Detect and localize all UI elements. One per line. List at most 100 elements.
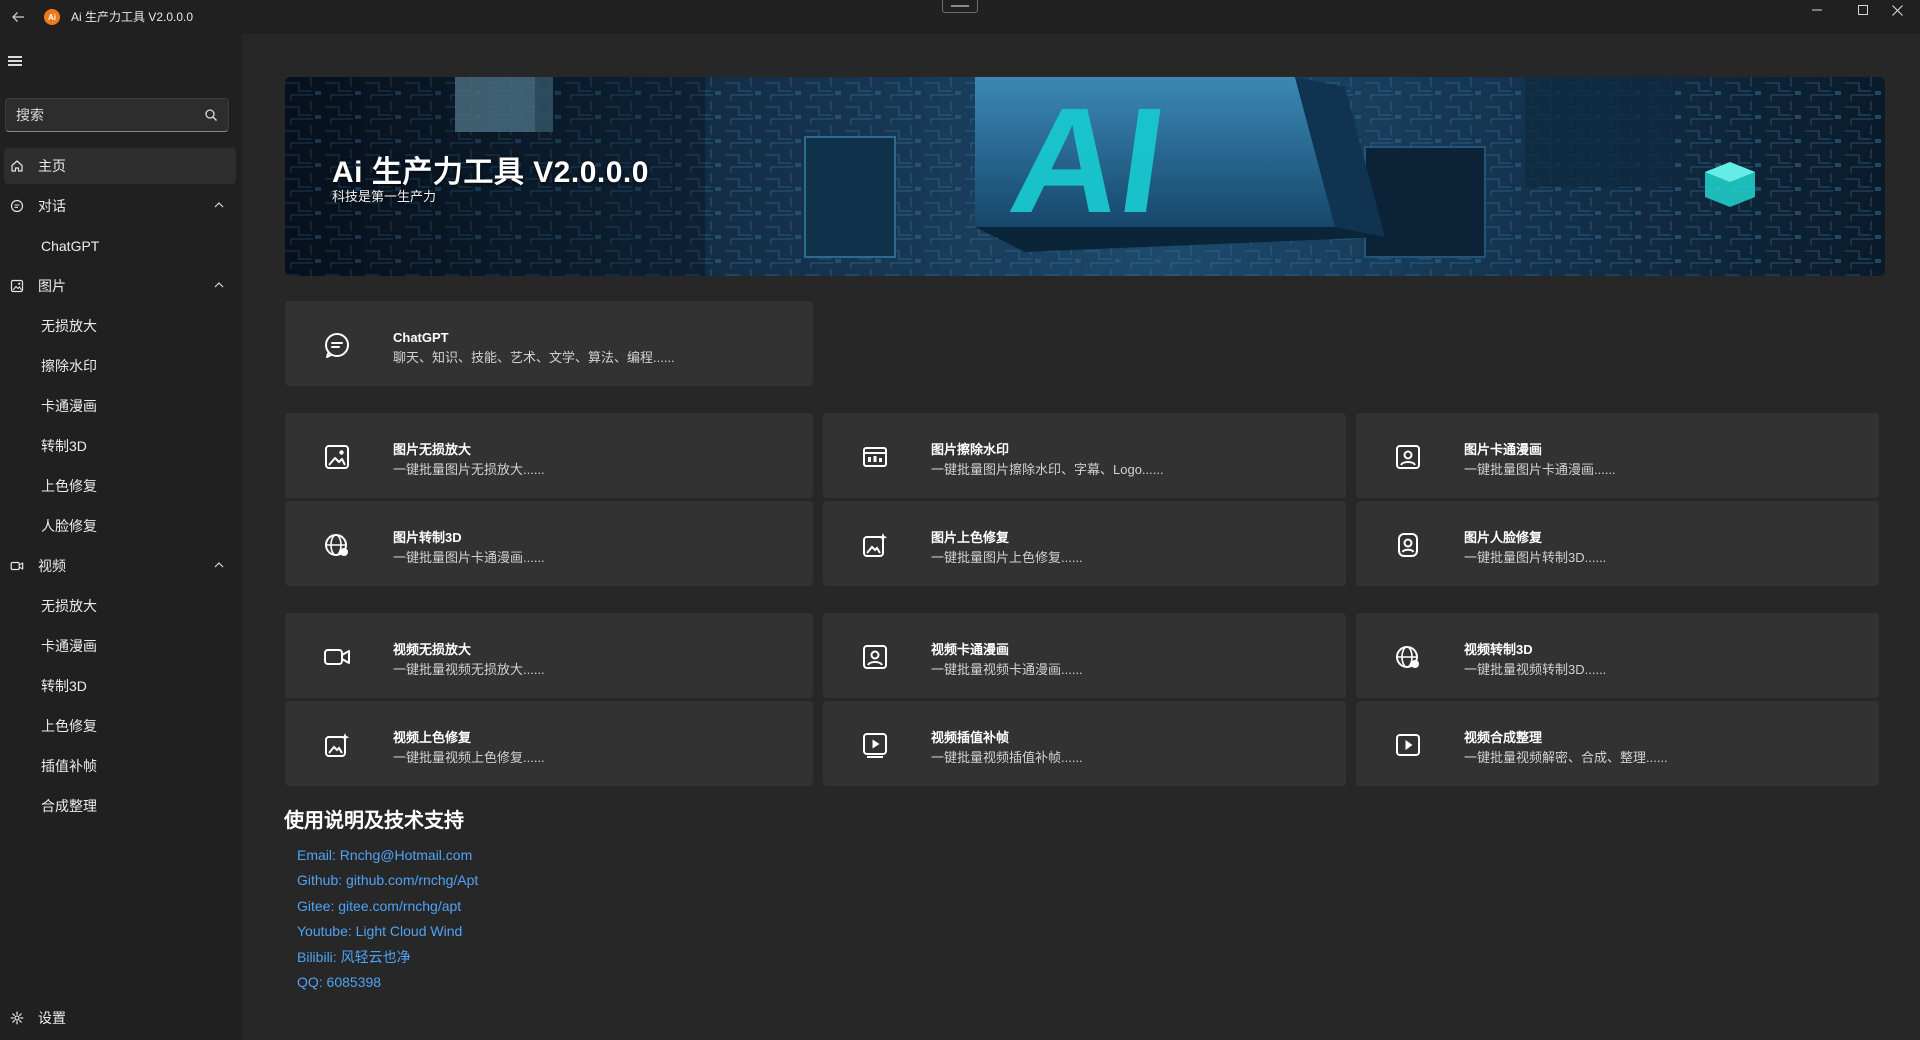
search-icon[interactable] bbox=[204, 108, 218, 122]
sidebar-item-label: 合成整理 bbox=[41, 797, 97, 815]
sidebar-item-video-cartoon[interactable]: 卡通漫画 bbox=[4, 628, 236, 664]
sidebar-item-label: 转制3D bbox=[41, 677, 87, 695]
email-link[interactable]: Email: Rnchg@Hotmail.com bbox=[297, 846, 472, 864]
maximize-icon bbox=[1858, 5, 1868, 15]
sidebar-item-settings[interactable]: 设置 bbox=[4, 1000, 236, 1036]
gitee-link[interactable]: Gitee: gitee.com/rnchg/apt bbox=[297, 897, 461, 915]
sidebar-item-label: 卡通漫画 bbox=[41, 637, 97, 655]
card-image-face[interactable]: 图片人脸修复 一键批量图片转制3D...... bbox=[1356, 501, 1879, 586]
minimize-button[interactable] bbox=[1794, 0, 1840, 20]
card-description: 一键批量视频插值补帧...... bbox=[931, 750, 1083, 766]
card-chatgpt[interactable]: ChatGPT 聊天、知识、技能、艺术、文学、算法、编程...... bbox=[285, 301, 813, 386]
close-icon bbox=[1892, 5, 1903, 16]
app-window: Ai Ai 生产力工具 V2.0.0.0 主页 bbox=[0, 0, 1920, 1040]
chat-icon bbox=[10, 199, 24, 213]
card-video-upscale[interactable]: 视频无损放大 一键批量视频无损放大...... bbox=[285, 613, 813, 698]
sidebar-item-label: 设置 bbox=[38, 1009, 66, 1027]
card-description: 一键批量图片上色修复...... bbox=[931, 550, 1083, 566]
card-title: 图片卡通漫画 bbox=[1464, 442, 1542, 458]
sidebar-item-video-upscale[interactable]: 无损放大 bbox=[4, 588, 236, 624]
hamburger-icon bbox=[8, 56, 22, 58]
card-image-3d[interactable]: 图片转制3D 一键批量图片卡通漫画...... bbox=[285, 501, 813, 586]
banner-title: Ai 生产力工具 V2.0.0.0 bbox=[332, 147, 649, 191]
face-icon bbox=[1394, 531, 1422, 559]
card-title: 视频插值补帧 bbox=[931, 730, 1009, 746]
sidebar-item-video-interpolate[interactable]: 插值补帧 bbox=[4, 748, 236, 784]
ai-lettering: AI bbox=[1002, 77, 1175, 244]
sidebar-item-image-cartoon[interactable]: 卡通漫画 bbox=[4, 388, 236, 424]
title-bar: Ai Ai 生产力工具 V2.0.0.0 bbox=[0, 0, 1920, 34]
card-title: 图片无损放大 bbox=[393, 442, 471, 458]
sidebar-item-label: 擦除水印 bbox=[41, 357, 97, 375]
card-title: 视频无损放大 bbox=[393, 642, 471, 658]
card-description: 一键批量视频卡通漫画...... bbox=[931, 662, 1083, 678]
sidebar: 主页 对话 ChatGPT 图片 无损放大 擦除水印 卡通漫画 转制3D 上色修… bbox=[0, 34, 242, 1040]
card-video-compose[interactable]: 视频合成整理 一键批量视频解密、合成、整理...... bbox=[1356, 701, 1879, 786]
card-video-3d[interactable]: 视频转制3D 一键批量视频转制3D...... bbox=[1356, 613, 1879, 698]
image-sparkle-icon bbox=[323, 731, 351, 759]
sidebar-item-home[interactable]: 主页 bbox=[4, 148, 236, 184]
app-logo: Ai bbox=[44, 9, 60, 25]
card-video-colorize[interactable]: 视频上色修复 一键批量视频上色修复...... bbox=[285, 701, 813, 786]
video-camera-icon bbox=[323, 643, 351, 671]
back-button[interactable] bbox=[6, 5, 30, 29]
support-section-title: 使用说明及技术支持 bbox=[284, 804, 464, 833]
sidebar-item-label: 上色修复 bbox=[41, 477, 97, 495]
card-video-interpolate[interactable]: 视频插值补帧 一键批量视频插值补帧...... bbox=[823, 701, 1346, 786]
card-description: 一键批量视频无损放大...... bbox=[393, 662, 545, 678]
card-description: 一键批量图片无损放大...... bbox=[393, 462, 545, 478]
sidebar-item-chatgpt[interactable]: ChatGPT bbox=[4, 228, 236, 264]
card-image-colorize[interactable]: 图片上色修复 一键批量图片上色修复...... bbox=[823, 501, 1346, 586]
sidebar-item-label: 主页 bbox=[38, 157, 66, 175]
sidebar-item-image-upscale[interactable]: 无损放大 bbox=[4, 308, 236, 344]
sidebar-item-image-colorize[interactable]: 上色修复 bbox=[4, 468, 236, 504]
video-play-icon bbox=[861, 731, 889, 759]
image-sparkle-icon bbox=[861, 531, 889, 559]
card-title: 视频合成整理 bbox=[1464, 730, 1542, 746]
sidebar-group-chat[interactable]: 对话 bbox=[4, 188, 236, 224]
card-video-cartoon[interactable]: 视频卡通漫画 一键批量视频卡通漫画...... bbox=[823, 613, 1346, 698]
home-icon bbox=[10, 159, 24, 173]
video-camera-icon bbox=[10, 559, 24, 573]
drag-grip-handle[interactable] bbox=[942, 0, 978, 13]
sidebar-item-label: 无损放大 bbox=[41, 597, 97, 615]
hamburger-icon bbox=[8, 64, 22, 66]
hero-banner: AI Ai 生产力工具 V2.0.0.0 科技是第一生产力 bbox=[285, 77, 1885, 276]
image-icon bbox=[323, 443, 351, 471]
card-description: 一键批量图片转制3D...... bbox=[1464, 550, 1606, 566]
banner-subtitle: 科技是第一生产力 bbox=[332, 186, 436, 205]
sidebar-item-label: 转制3D bbox=[41, 437, 87, 455]
search-input[interactable] bbox=[16, 106, 196, 124]
card-image-watermark[interactable]: 图片擦除水印 一键批量图片擦除水印、字幕、Logo...... bbox=[823, 413, 1346, 498]
sidebar-item-label: 卡通漫画 bbox=[41, 397, 97, 415]
sidebar-item-image-3d[interactable]: 转制3D bbox=[4, 428, 236, 464]
sidebar-group-video[interactable]: 视频 bbox=[4, 548, 236, 584]
card-image-upscale[interactable]: 图片无损放大 一键批量图片无损放大...... bbox=[285, 413, 813, 498]
card-title: ChatGPT bbox=[393, 330, 449, 346]
qq-link[interactable]: QQ: 6085398 bbox=[297, 973, 381, 991]
card-description: 一键批量视频解密、合成、整理...... bbox=[1464, 750, 1668, 766]
chevron-up-icon bbox=[214, 561, 224, 569]
card-title: 视频上色修复 bbox=[393, 730, 471, 746]
card-description: 聊天、知识、技能、艺术、文学、算法、编程...... bbox=[393, 350, 675, 366]
card-image-cartoon[interactable]: 图片卡通漫画 一键批量图片卡通漫画...... bbox=[1356, 413, 1879, 498]
sidebar-item-label: 无损放大 bbox=[41, 317, 97, 335]
sidebar-item-video-3d[interactable]: 转制3D bbox=[4, 668, 236, 704]
sidebar-item-video-compose[interactable]: 合成整理 bbox=[4, 788, 236, 824]
sidebar-item-image-watermark[interactable]: 擦除水印 bbox=[4, 348, 236, 384]
video-play-icon bbox=[1394, 731, 1422, 759]
card-description: 一键批量图片卡通漫画...... bbox=[1464, 462, 1616, 478]
close-button[interactable] bbox=[1874, 0, 1920, 20]
bilibili-link[interactable]: Bilibili: 风轻云也净 bbox=[297, 948, 411, 966]
youtube-link[interactable]: Youtube: Light Cloud Wind bbox=[297, 922, 462, 940]
portrait-icon bbox=[861, 643, 889, 671]
github-link[interactable]: Github: github.com/rnchg/Apt bbox=[297, 871, 478, 889]
window-title: Ai 生产力工具 V2.0.0.0 bbox=[71, 9, 193, 25]
sidebar-group-image[interactable]: 图片 bbox=[4, 268, 236, 304]
card-title: 图片转制3D bbox=[393, 530, 462, 546]
sidebar-item-image-face[interactable]: 人脸修复 bbox=[4, 508, 236, 544]
menu-toggle-button[interactable] bbox=[8, 54, 24, 68]
card-title: 图片人脸修复 bbox=[1464, 530, 1542, 546]
minimize-icon bbox=[1812, 5, 1822, 15]
sidebar-item-video-colorize[interactable]: 上色修复 bbox=[4, 708, 236, 744]
